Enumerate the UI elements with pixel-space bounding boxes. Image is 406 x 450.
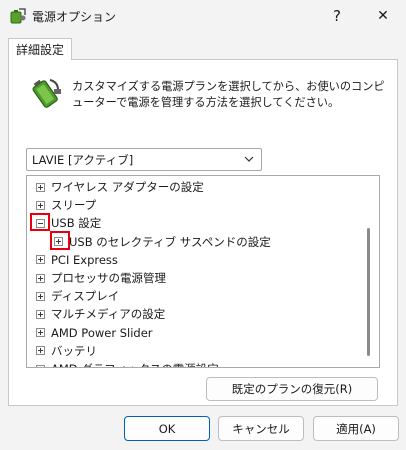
- apply-button[interactable]: 適用(A): [313, 416, 399, 441]
- tree-item[interactable]: USB のセレクティブ サスペンドの設定: [54, 233, 271, 251]
- tree-item-label: バッテリ: [51, 343, 97, 358]
- expand-icon[interactable]: [36, 255, 45, 265]
- ok-button[interactable]: OK: [124, 416, 210, 441]
- tree-item[interactable]: スリープ: [36, 196, 96, 214]
- tree-item[interactable]: プロセッサの電源管理: [36, 269, 166, 287]
- power-options-dialog: 電源オプション ? ✕ 詳細設定 カスタマイズする電源プランを選択してから、お使…: [0, 0, 406, 450]
- tree-item-label: スリープ: [51, 198, 97, 213]
- tree-item[interactable]: AMD グラフィックスの電源設定: [36, 360, 219, 367]
- tree-item-label: AMD グラフィックスの電源設定: [51, 361, 219, 367]
- tree-item-label: USB のセレクティブ サスペンドの設定: [69, 234, 271, 249]
- expand-icon[interactable]: [36, 309, 45, 319]
- expand-icon[interactable]: [36, 200, 45, 210]
- tree-item-label: プロセッサの電源管理: [51, 271, 166, 285]
- tree-item-label: マルチメディアの設定: [51, 307, 166, 322]
- expand-icon[interactable]: [36, 182, 45, 192]
- expand-icon[interactable]: [36, 364, 45, 367]
- tree-item[interactable]: マルチメディアの設定: [36, 305, 165, 323]
- tree-scrollbar[interactable]: [367, 228, 370, 356]
- expand-icon[interactable]: [36, 273, 45, 283]
- tab-advanced-settings[interactable]: 詳細設定: [8, 38, 72, 60]
- tree-item[interactable]: PCI Express: [36, 251, 118, 269]
- tree-item[interactable]: バッテリ: [36, 342, 97, 360]
- tree-item-label: PCI Express: [51, 252, 118, 267]
- tree-item-label: ワイヤレス アダプターの設定: [51, 180, 204, 194]
- restore-defaults-button[interactable]: 既定のプランの復元(R): [206, 377, 378, 401]
- tree-item-label: ディスプレイ: [51, 289, 120, 304]
- tree-item-label: AMD Power Slider: [51, 325, 153, 340]
- usb-selective-suspend-toggle-highlight: [50, 231, 70, 250]
- expand-icon[interactable]: [36, 291, 45, 301]
- expand-icon[interactable]: [36, 328, 45, 338]
- tree-item[interactable]: ディスプレイ: [36, 287, 119, 305]
- cancel-button[interactable]: キャンセル: [218, 416, 304, 441]
- tree-item[interactable]: AMD Power Slider: [36, 324, 153, 342]
- usb-settings-toggle-highlight: [30, 213, 50, 231]
- expand-icon[interactable]: [36, 346, 45, 356]
- tree-item[interactable]: ワイヤレス アダプターの設定: [36, 178, 204, 196]
- tree-item-label: USB 設定: [51, 216, 102, 231]
